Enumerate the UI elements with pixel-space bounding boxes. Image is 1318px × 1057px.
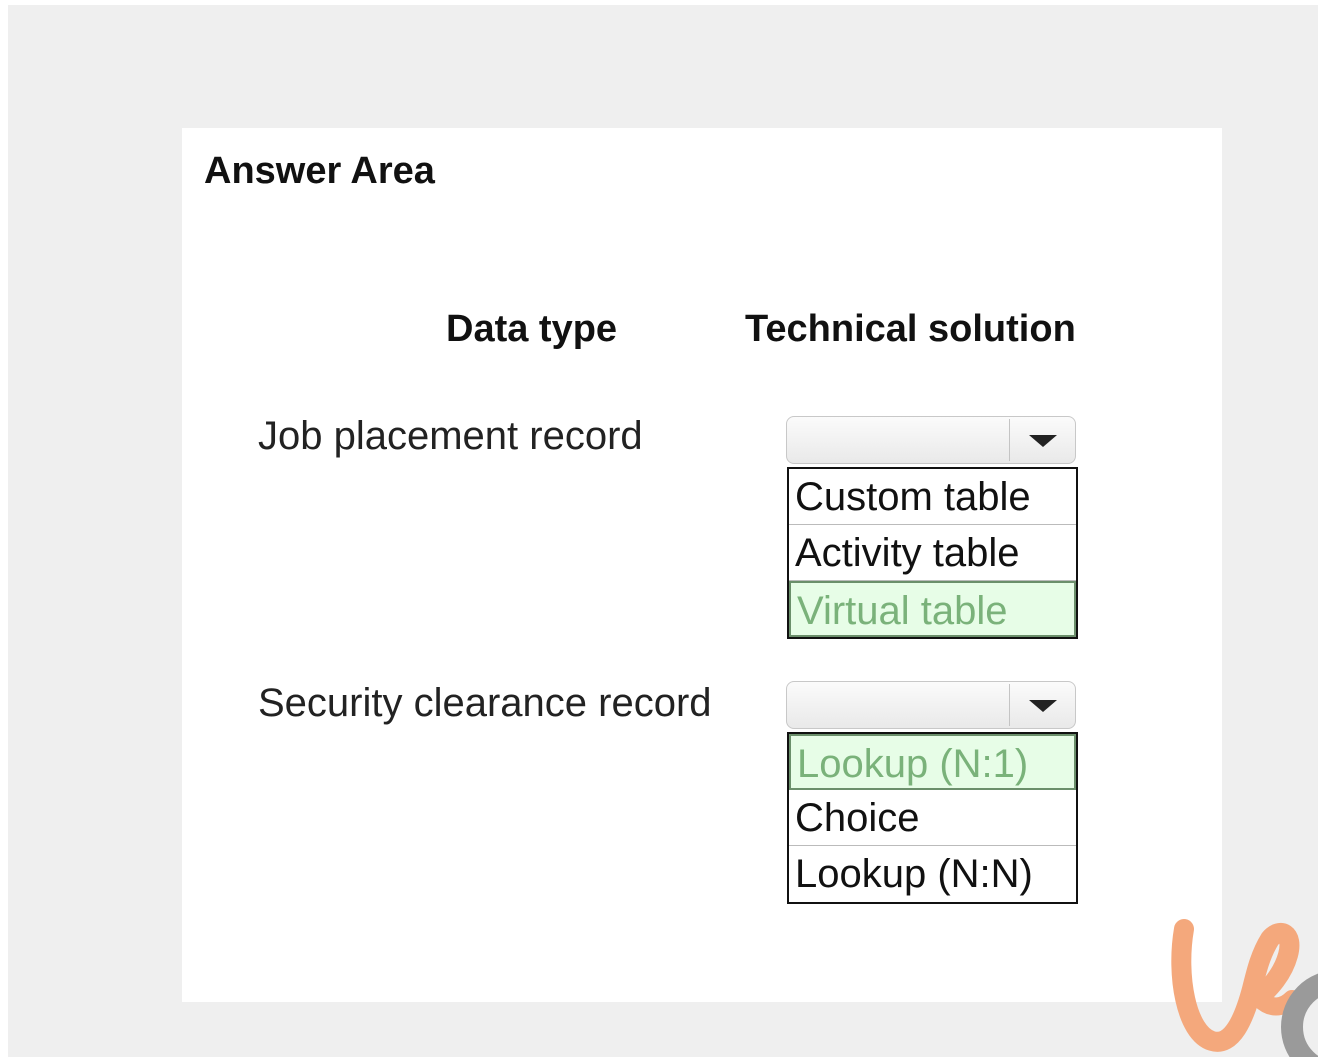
chevron-down-icon[interactable] <box>1029 700 1057 712</box>
row-label-job-placement: Job placement record <box>258 414 643 458</box>
option-lookup-n-1[interactable]: Lookup (N:1) <box>789 734 1076 790</box>
dropdown-divider <box>1009 684 1010 726</box>
page-background: Answer Area Data type Technical solution… <box>8 5 1318 1057</box>
option-custom-table[interactable]: Custom table <box>789 469 1076 525</box>
chevron-down-icon[interactable] <box>1029 435 1057 447</box>
column-header-data-type: Data type <box>446 308 618 350</box>
option-choice[interactable]: Choice <box>789 790 1076 846</box>
dropdown-divider <box>1009 419 1010 461</box>
option-virtual-table[interactable]: Virtual table <box>789 581 1076 637</box>
security-clearance-dropdown[interactable] <box>786 681 1076 729</box>
page-title: Answer Area <box>204 150 435 192</box>
job-placement-dropdown[interactable] <box>786 416 1076 464</box>
row-label-security-clearance: Security clearance record <box>258 681 712 725</box>
answer-area-panel: Answer Area Data type Technical solution… <box>182 128 1222 1002</box>
column-header-technical-solution: Technical solution <box>745 308 1076 350</box>
security-clearance-options-list: Lookup (N:1) Choice Lookup (N:N) <box>787 732 1078 904</box>
option-lookup-n-n[interactable]: Lookup (N:N) <box>789 846 1076 902</box>
option-activity-table[interactable]: Activity table <box>789 525 1076 581</box>
watermark-logo-icon <box>1171 919 1318 1057</box>
job-placement-options-list: Custom table Activity table Virtual tabl… <box>787 467 1078 639</box>
